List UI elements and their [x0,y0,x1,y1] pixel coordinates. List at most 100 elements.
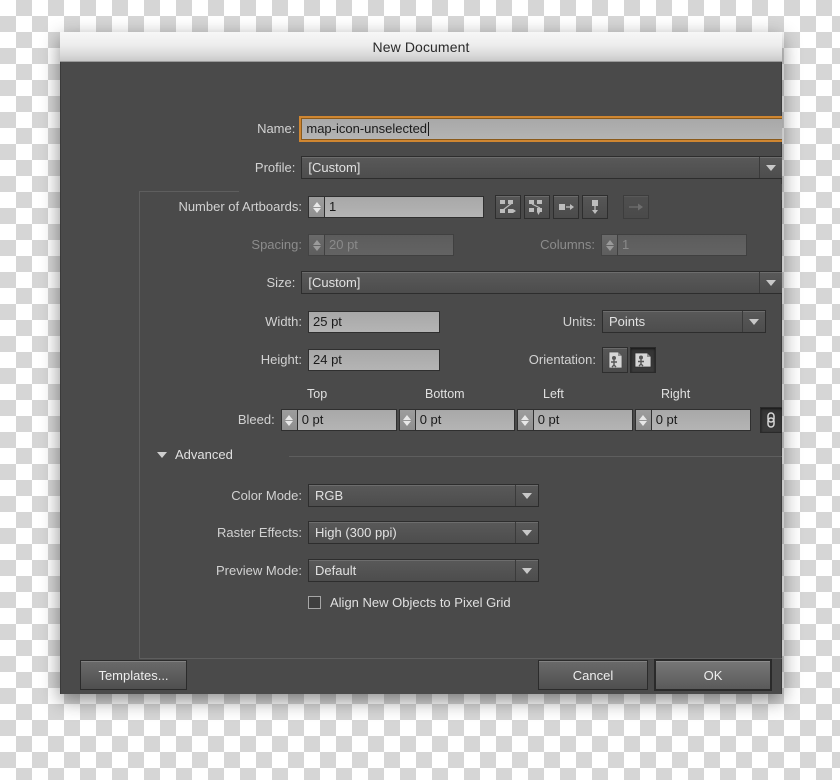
width-value: 25 pt [313,313,342,329]
bleed-right-stepper[interactable]: 0 pt [634,409,751,431]
columns-label: Columns: [540,237,595,252]
bleed-left-stepper[interactable]: 0 pt [516,409,633,431]
bleed-left-input[interactable]: 0 pt [532,409,633,431]
stepper-up-icon [312,239,321,245]
chevron-down-icon [515,522,538,543]
width-input[interactable]: 25 pt [308,310,440,333]
stepper-up-icon[interactable] [639,414,648,420]
stepper-arrows [308,234,324,256]
arrange-by-column-icon-button[interactable] [582,195,608,219]
stepper-up-icon [605,239,614,245]
bleed-left-value: 0 pt [537,412,560,427]
chevron-down-icon [515,485,538,506]
stepper-arrows[interactable] [634,409,651,431]
width-label: Width: [265,313,302,329]
align-pixel-grid-row[interactable]: Align New Objects to Pixel Grid [308,595,511,610]
columns-stepper: 1 [601,234,747,256]
stepper-arrows [601,234,617,256]
bleed-bottom-input[interactable]: 0 pt [414,409,515,431]
color-mode-select[interactable]: RGB [308,484,539,507]
bleed-label: Bleed: [237,412,275,427]
cancel-button-label: Cancel [572,667,614,683]
templates-button[interactable]: Templates... [80,660,187,690]
stepper-down-icon[interactable] [403,420,412,426]
stepper-down-icon[interactable] [312,207,321,213]
orientation-group [602,347,656,373]
bleed-left-header: Left [543,387,564,401]
stepper-arrows[interactable] [516,409,533,431]
preview-mode-select[interactable]: Default [308,559,539,582]
bleed-top-input[interactable]: 0 pt [296,409,397,431]
change-direction-icon [629,203,643,211]
align-pixel-grid-checkbox[interactable] [308,596,321,609]
bleed-right-header: Right [661,387,691,401]
name-label: Name: [257,121,296,136]
bleed-link-button[interactable] [759,407,782,433]
stepper-down-icon [312,245,321,251]
artboard-arrangement-group [495,195,649,219]
title-bar[interactable]: New Document [60,32,782,62]
change-direction-icon-button[interactable] [623,195,649,219]
bleed-row: Bleed: 0 pt 0 pt 0 pt 0 pt [61,407,782,433]
spacing-label: Spacing: [251,237,302,252]
bleed-top-stepper[interactable]: 0 pt [280,409,397,431]
bleed-top-header: Top [307,387,328,401]
orientation-portrait-button[interactable] [602,347,628,373]
preview-mode-value: Default [315,563,357,578]
arrange-by-row-icon [559,204,574,210]
stepper-down-icon[interactable] [639,420,648,426]
name-input[interactable]: map-icon-unselected [299,116,782,142]
stepper-arrows[interactable] [308,196,324,218]
triangle-down-icon[interactable] [157,451,167,458]
bleed-bottom-stepper[interactable]: 0 pt [398,409,515,431]
bleed-top-value: 0 pt [301,412,324,427]
artboards-input[interactable]: 1 [324,196,484,218]
preview-mode-row: Preview Mode: Default [61,559,782,582]
raster-effects-select[interactable]: High (300 ppi) [308,521,539,544]
artboards-label: Number of Artboards: [178,199,302,214]
advanced-divider [289,456,782,457]
advanced-disclosure[interactable]: Advanced [157,447,233,462]
stepper-arrows[interactable] [398,409,415,431]
orientation-label: Orientation: [528,352,596,367]
bleed-right-input[interactable]: 0 pt [650,409,751,431]
grid-by-row-icon-button[interactable] [495,195,521,219]
stepper-arrows[interactable] [280,409,297,431]
stepper-up-icon[interactable] [312,201,321,207]
dialog-body: Name: map-icon-unselected Profile: [Cust… [60,62,782,694]
bleed-headers: Top Bottom Left Right [307,387,779,401]
raster-effects-row: Raster Effects: High (300 ppi) [61,521,782,544]
size-value: [Custom] [308,275,361,290]
height-value: 24 pt [313,352,342,367]
preview-mode-label: Preview Mode: [216,562,302,578]
color-mode-label: Color Mode: [231,487,302,503]
artboards-row: Number of Artboards: 1 [61,195,782,219]
window-title: New Document [372,38,470,55]
landscape-icon [634,352,652,368]
cancel-button[interactable]: Cancel [538,660,648,690]
chevron-down-icon [742,311,765,332]
arrange-by-row-icon-button[interactable] [553,195,579,219]
columns-value: 1 [622,237,630,252]
ok-button[interactable]: OK [654,659,772,691]
bleed-right-value: 0 pt [655,412,678,427]
units-value: Points [609,314,646,329]
stepper-down-icon[interactable] [521,420,530,426]
height-input[interactable]: 24 pt [308,349,440,371]
profile-select[interactable]: [Custom] [301,156,782,179]
grid-by-row-icon [500,200,516,213]
name-input-value: map-icon-unselected [306,121,428,136]
units-select[interactable]: Points [602,310,766,333]
spacing-input: 20 pt [324,234,454,256]
size-select[interactable]: [Custom] [301,271,782,294]
stepper-up-icon[interactable] [403,414,412,420]
grid-by-column-icon-button[interactable] [524,195,550,219]
stepper-up-icon[interactable] [285,414,294,420]
artboards-stepper[interactable]: 1 [308,196,484,218]
stepper-up-icon[interactable] [521,414,530,420]
height-label: Height: [260,352,302,367]
color-mode-row: Color Mode: RGB [61,484,782,507]
orientation-landscape-button[interactable] [630,347,656,373]
stepper-down-icon[interactable] [285,420,294,426]
columns-input: 1 [617,234,747,256]
